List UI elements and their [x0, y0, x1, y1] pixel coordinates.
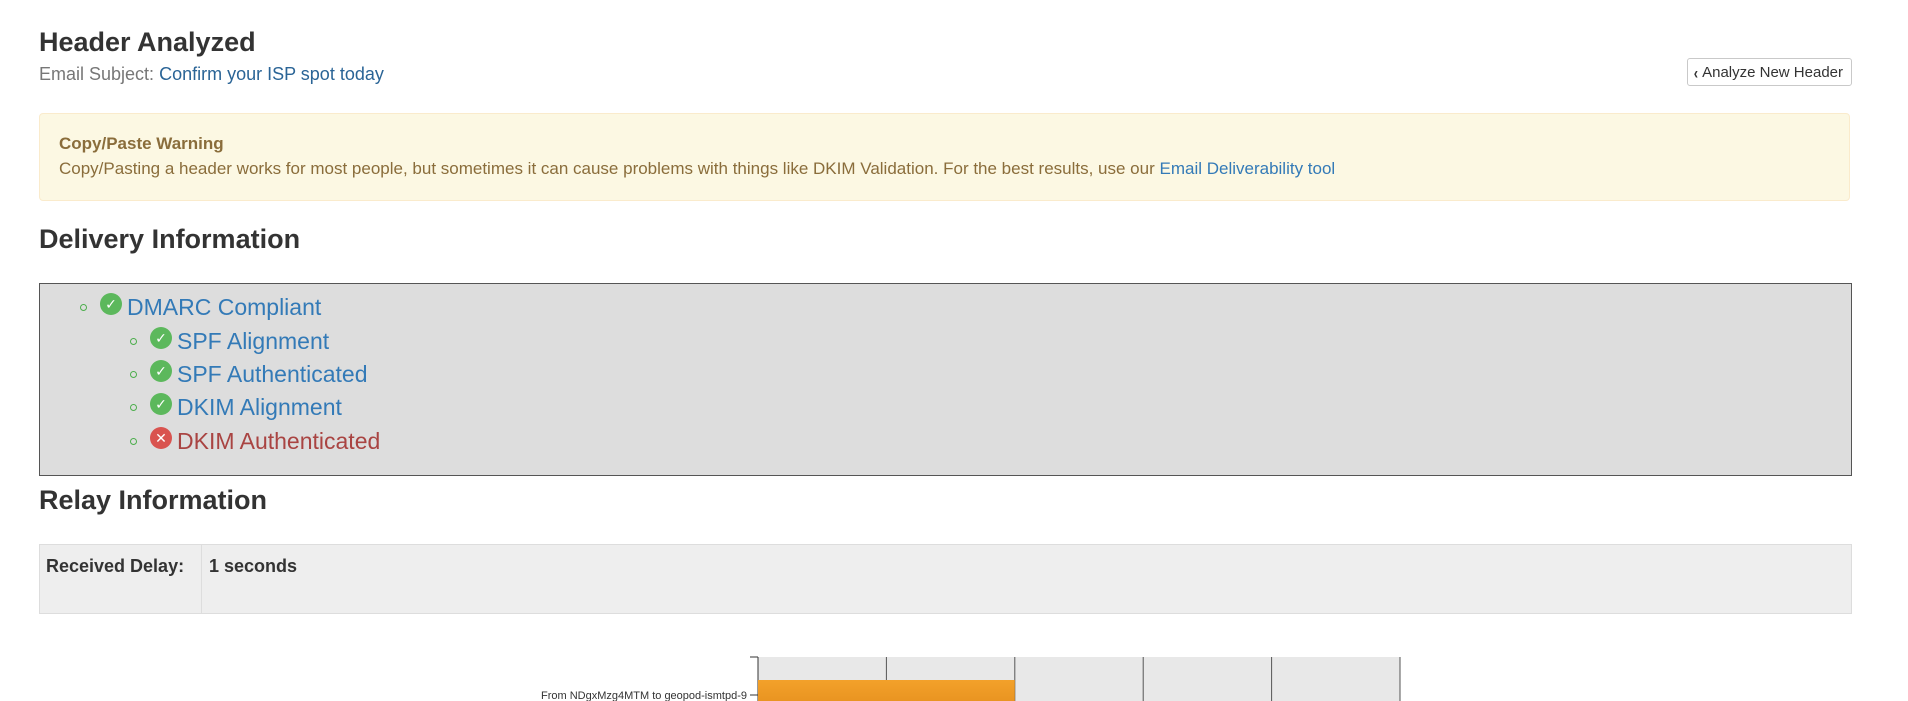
relay-table: Received Delay: 1 seconds	[39, 544, 1852, 614]
received-delay-value: 1 seconds	[209, 556, 298, 576]
warning-message: Copy/Pasting a header works for most peo…	[59, 159, 1830, 179]
status-dkim-alignment[interactable]: ✓ DKIM Alignment	[130, 392, 342, 422]
chart-category-label: From NDgxMzg4MTM to geopod-ismtpd-9	[541, 690, 747, 701]
email-deliverability-tool-link[interactable]: Email Deliverability tool	[1159, 159, 1335, 178]
copy-paste-warning: Copy/Paste Warning Copy/Pasting a header…	[39, 113, 1850, 201]
relay-chart: From NDgxMzg4MTM to geopod-ismtpd-9	[0, 640, 1908, 701]
email-subject: Email Subject: Confirm your ISP spot tod…	[39, 64, 1852, 85]
analyze-new-header-button[interactable]: ‹ Analyze New Header	[1686, 58, 1852, 86]
bullet-icon	[80, 303, 87, 311]
page: Header Analyzed Email Subject: Confirm y…	[0, 0, 1908, 701]
relay-information-title: Relay Information	[39, 485, 268, 515]
bullet-icon	[130, 337, 137, 345]
status-spf-authenticated[interactable]: ✓ SPF Authenticated	[130, 359, 368, 389]
check-circle-icon: ✓	[150, 327, 172, 349]
x-circle-icon: ✕	[150, 427, 172, 449]
warning-text: Copy/Pasting a header works for most peo…	[59, 159, 1160, 178]
page-title: Header Analyzed	[39, 27, 256, 57]
status-dmarc-compliant[interactable]: ✓ DMARC Compliant	[80, 292, 321, 322]
status-label: DMARC Compliant	[127, 293, 322, 320]
delivery-information-title: Delivery Information	[39, 224, 301, 254]
check-circle-icon: ✓	[150, 393, 172, 415]
received-delay-label: Received Delay:	[40, 545, 202, 613]
status-label: SPF Authenticated	[177, 360, 368, 387]
chart-bar[interactable]	[758, 680, 1015, 701]
email-subject-link[interactable]: Confirm your ISP spot today	[159, 64, 384, 84]
check-circle-icon: ✓	[150, 360, 172, 382]
analyze-new-header-label: Analyze New Header	[1702, 63, 1843, 81]
warning-title: Copy/Paste Warning	[59, 134, 224, 153]
bullet-icon	[130, 370, 137, 378]
bullet-icon	[130, 403, 137, 411]
page-header: Header Analyzed Email Subject: Confirm y…	[39, 22, 1852, 92]
status-label: DKIM Authenticated	[177, 427, 381, 454]
chevron-left-icon: ‹	[1693, 62, 1699, 82]
bullet-icon	[130, 437, 137, 445]
delivery-status-box: ✓ DMARC Compliant ✓ SPF Alignment ✓ SPF …	[39, 283, 1852, 476]
status-label: SPF Alignment	[177, 327, 330, 354]
status-dkim-authenticated[interactable]: ✕ DKIM Authenticated	[130, 426, 380, 456]
status-spf-alignment[interactable]: ✓ SPF Alignment	[130, 326, 329, 356]
email-subject-label: Email Subject:	[39, 64, 155, 84]
check-circle-icon: ✓	[100, 293, 122, 315]
status-label: DKIM Alignment	[177, 393, 342, 420]
relay-chart-svg: From NDgxMzg4MTM to geopod-ismtpd-9	[541, 656, 1401, 701]
